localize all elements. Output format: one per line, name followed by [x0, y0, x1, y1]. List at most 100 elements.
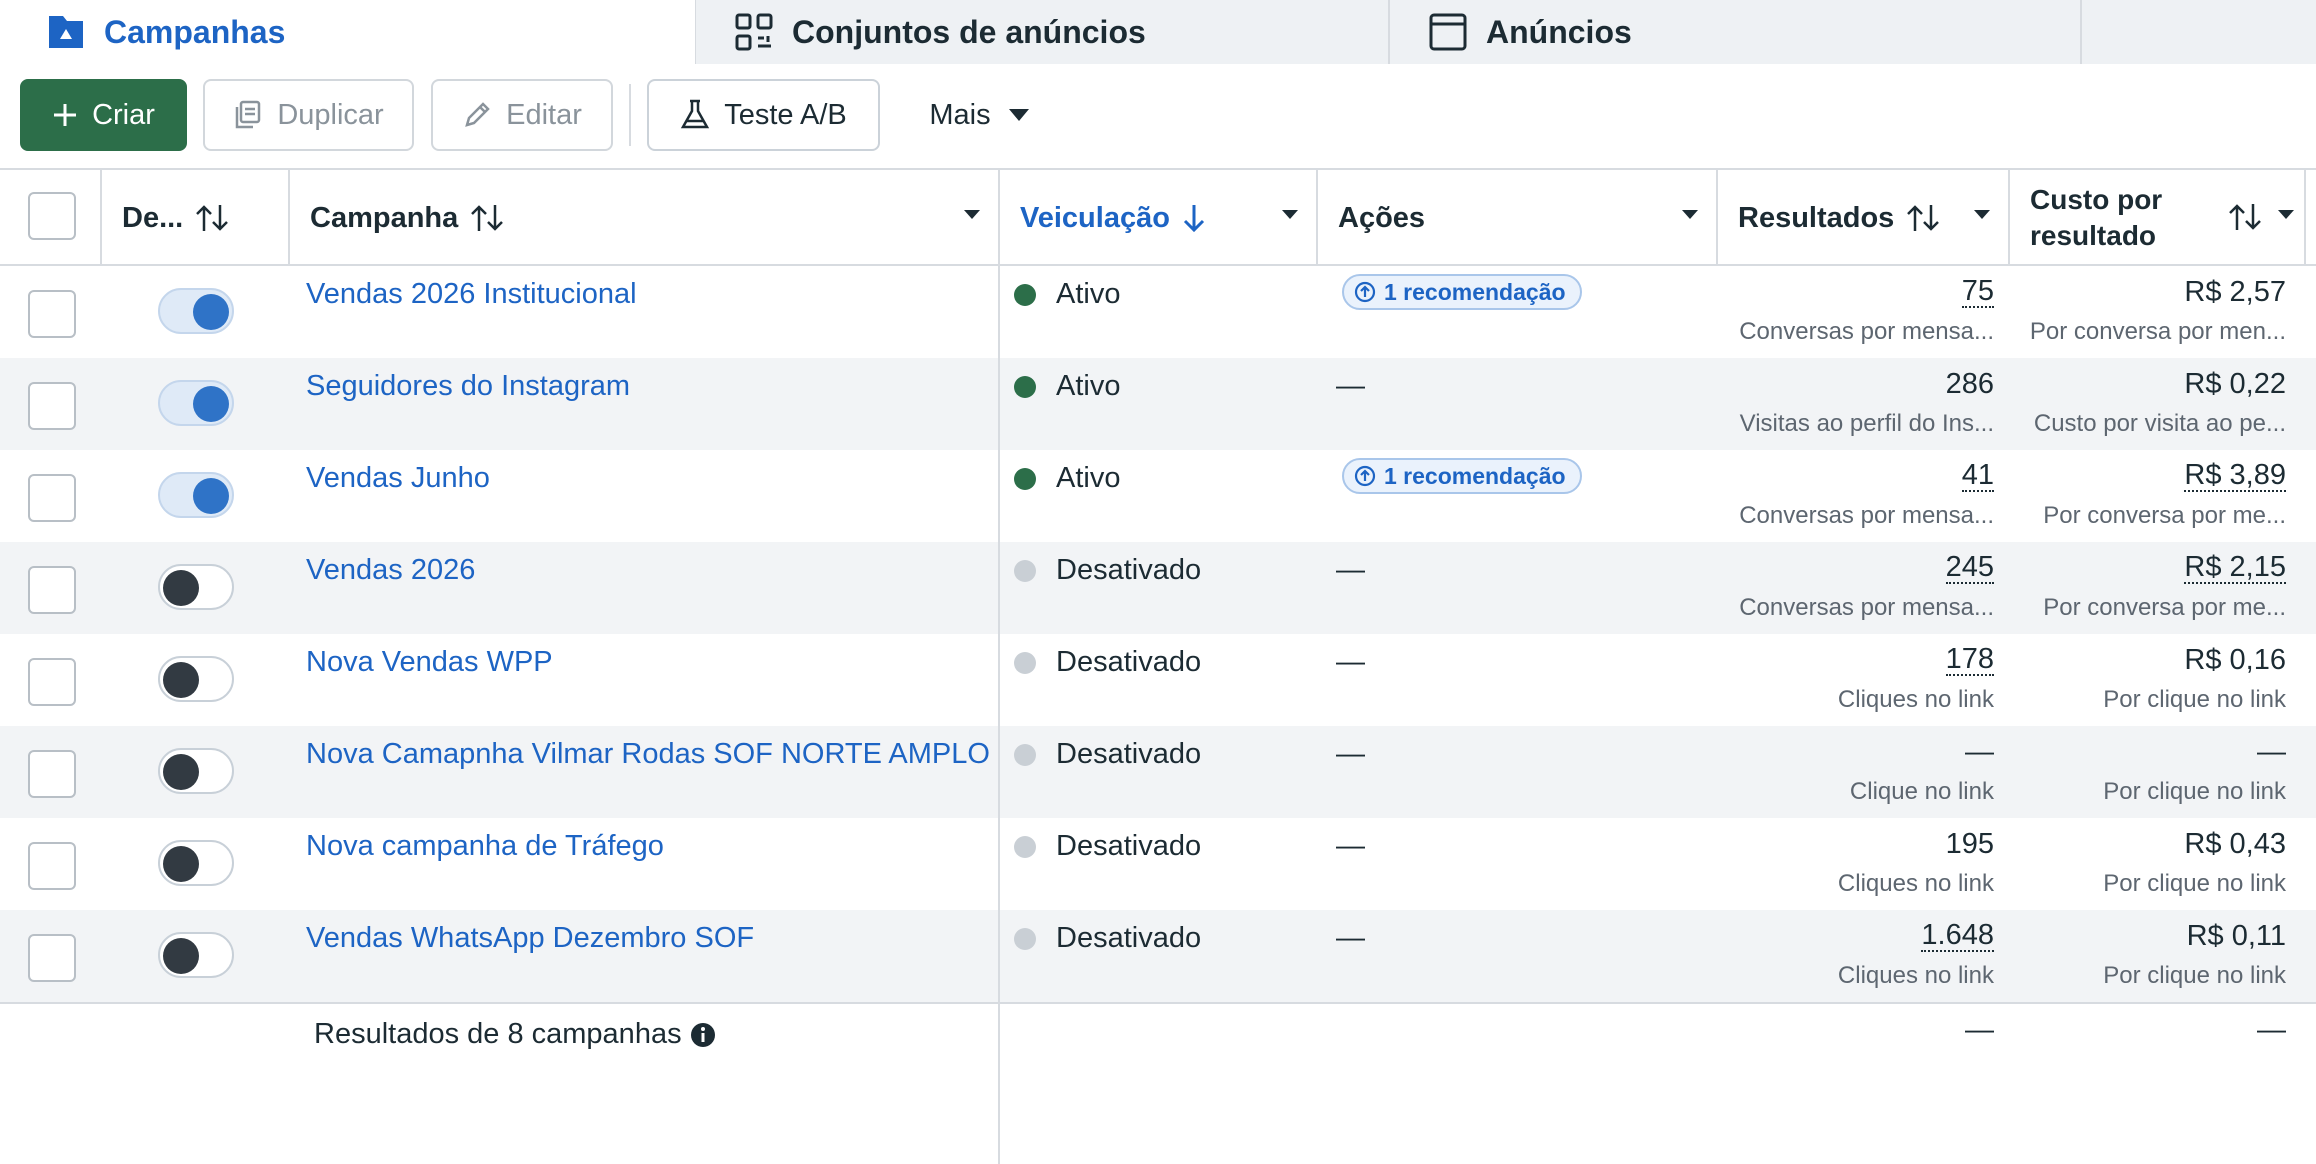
status-dot: [1014, 927, 1036, 950]
cost-value: R$ 0,43: [2184, 828, 2286, 860]
table-row[interactable]: Vendas Junho Ativo 1 recomendação 41 Convers…: [0, 450, 2316, 542]
tab-adsets[interactable]: Conjuntos de anúncios: [712, 0, 1388, 64]
sort-icon[interactable]: [470, 203, 504, 233]
row-checkbox[interactable]: [28, 382, 76, 430]
cost-type: Por conversa por me...: [2043, 502, 2286, 529]
column-actions[interactable]: Ações: [1318, 170, 1718, 266]
column-menu-caret[interactable]: [1682, 210, 1698, 219]
result-value: 286: [1945, 368, 1994, 400]
delivery-toggle[interactable]: [158, 472, 234, 518]
ab-test-button[interactable]: Teste A/B: [647, 79, 880, 151]
column-label: De...: [122, 201, 184, 234]
grid-icon: [734, 12, 774, 52]
campaign-name-link[interactable]: Vendas Junho: [306, 462, 490, 495]
level-tabs: Campanhas Conjuntos de anúncios Anúncios: [0, 0, 2316, 64]
toggle-knob: [163, 662, 199, 698]
duplicate-button[interactable]: Duplicar: [203, 79, 414, 151]
delivery-toggle[interactable]: [158, 932, 234, 978]
campaign-name-link[interactable]: Nova campanha de Tráfego: [306, 830, 664, 863]
campaign-name-link[interactable]: Nova Vendas WPP: [306, 646, 553, 679]
delivery-toggle[interactable]: [158, 288, 234, 334]
row-checkbox[interactable]: [28, 474, 76, 522]
campaign-name-link[interactable]: Nova Camapnha Vilmar Rodas SOF NORTE AMP…: [306, 738, 990, 771]
delivery-status: Ativo: [1014, 370, 1120, 403]
info-icon[interactable]: [690, 1022, 716, 1048]
status-dot: [1014, 375, 1036, 398]
cost-type: Por conversa por men...: [2029, 318, 2286, 345]
result-type: Visitas ao perfil do Ins...: [1739, 410, 1994, 437]
column-menu-caret[interactable]: [1282, 210, 1298, 219]
column-menu-caret[interactable]: [1974, 210, 1990, 219]
table-row[interactable]: Nova campanha de Tráfego Desativado — 195 Cl…: [0, 818, 2316, 910]
create-button[interactable]: Criar: [20, 79, 187, 151]
campaign-name-link[interactable]: Vendas WhatsApp Dezembro SOF: [306, 922, 754, 955]
more-dropdown[interactable]: Mais: [904, 79, 1054, 151]
recommendation-label: 1 recomendação: [1384, 278, 1566, 305]
column-delivery[interactable]: Veiculação: [1000, 170, 1318, 266]
table-row[interactable]: Vendas WhatsApp Dezembro SOF Desativado — 1…: [0, 910, 2316, 1002]
table-row[interactable]: Nova Camapnha Vilmar Rodas SOF NORTE AMP…: [0, 726, 2316, 818]
actions-empty: —: [1336, 830, 1365, 862]
delivery-toggle[interactable]: [158, 656, 234, 702]
column-menu-caret[interactable]: [2278, 210, 2294, 219]
column-delivery-toggle[interactable]: De...: [102, 170, 290, 266]
sort-icon[interactable]: [195, 203, 229, 233]
sort-icon[interactable]: [2228, 202, 2262, 232]
status-dot: [1014, 651, 1036, 674]
row-checkbox[interactable]: [28, 658, 76, 706]
column-menu-caret[interactable]: [964, 210, 980, 219]
delivery-toggle[interactable]: [158, 840, 234, 886]
delivery-toggle[interactable]: [158, 380, 234, 426]
recommendation-badge[interactable]: 1 recomendação: [1342, 458, 1582, 494]
column-campaign[interactable]: Campanha: [290, 170, 1000, 266]
campaign-name-link[interactable]: Vendas 2026: [306, 554, 475, 587]
table-row[interactable]: Vendas 2026 Institucional Ativo 1 recomend…: [0, 266, 2316, 358]
result-value[interactable]: 245: [1945, 552, 1994, 584]
delivery-status: Desativado: [1014, 646, 1201, 679]
sort-icon[interactable]: [1906, 203, 1940, 233]
row-checkbox[interactable]: [28, 750, 76, 798]
actions-empty: —: [1336, 370, 1365, 402]
status-label: Desativado: [1056, 830, 1202, 862]
column-separator: [998, 1004, 1000, 1066]
actions-empty: —: [1336, 554, 1365, 586]
status-label: Desativado: [1056, 554, 1202, 586]
edit-button[interactable]: Editar: [431, 79, 613, 151]
delivery-status: Desativado: [1014, 738, 1201, 771]
duplicate-label: Duplicar: [277, 98, 384, 131]
row-checkbox[interactable]: [28, 842, 76, 890]
campaign-name-link[interactable]: Seguidores do Instagram: [306, 370, 630, 403]
tab-ads[interactable]: Anúncios: [1402, 0, 2080, 64]
edit-label: Editar: [506, 98, 582, 131]
arrow-down-icon[interactable]: [1182, 203, 1206, 233]
recommendation-badge[interactable]: 1 recomendação: [1342, 274, 1582, 310]
status-label: Desativado: [1056, 922, 1202, 954]
row-checkbox[interactable]: [28, 290, 76, 338]
campaign-name-link[interactable]: Vendas 2026 Institucional: [306, 278, 637, 311]
result-value[interactable]: 178: [1945, 644, 1994, 676]
delivery-toggle[interactable]: [158, 564, 234, 610]
actions-empty: —: [1336, 922, 1365, 954]
row-checkbox[interactable]: [28, 566, 76, 614]
tab-label: Anúncios: [1486, 13, 1632, 50]
cost-value: R$ 0,16: [2184, 644, 2286, 676]
table-row[interactable]: Vendas 2026 Desativado — 245 Conversas por m…: [0, 542, 2316, 634]
result-value[interactable]: 75: [1961, 276, 1994, 308]
result-type: Cliques no link: [1837, 870, 1994, 897]
result-type: Conversas por mensa...: [1739, 594, 1994, 621]
select-all-checkbox[interactable]: [28, 192, 76, 240]
column-cost-per-result[interactable]: Custo por resultado: [2010, 170, 2306, 266]
result-value[interactable]: 41: [1961, 460, 1994, 492]
table-row[interactable]: Nova Vendas WPP Desativado — 178 Cliques no …: [0, 634, 2316, 726]
toggle-knob: [193, 386, 229, 422]
row-checkbox[interactable]: [28, 934, 76, 982]
tab-campaigns[interactable]: Campanhas: [0, 0, 696, 64]
cost-value[interactable]: R$ 2,15: [2184, 552, 2286, 584]
delivery-toggle[interactable]: [158, 748, 234, 794]
cost-value[interactable]: R$ 3,89: [2184, 460, 2286, 492]
tab-label: Conjuntos de anúncios: [792, 13, 1146, 50]
result-value[interactable]: 1.648: [1921, 920, 1994, 952]
select-all-header: [0, 170, 102, 266]
table-row[interactable]: Seguidores do Instagram Ativo — 286 Visitas …: [0, 358, 2316, 450]
column-results[interactable]: Resultados: [1718, 170, 2010, 266]
